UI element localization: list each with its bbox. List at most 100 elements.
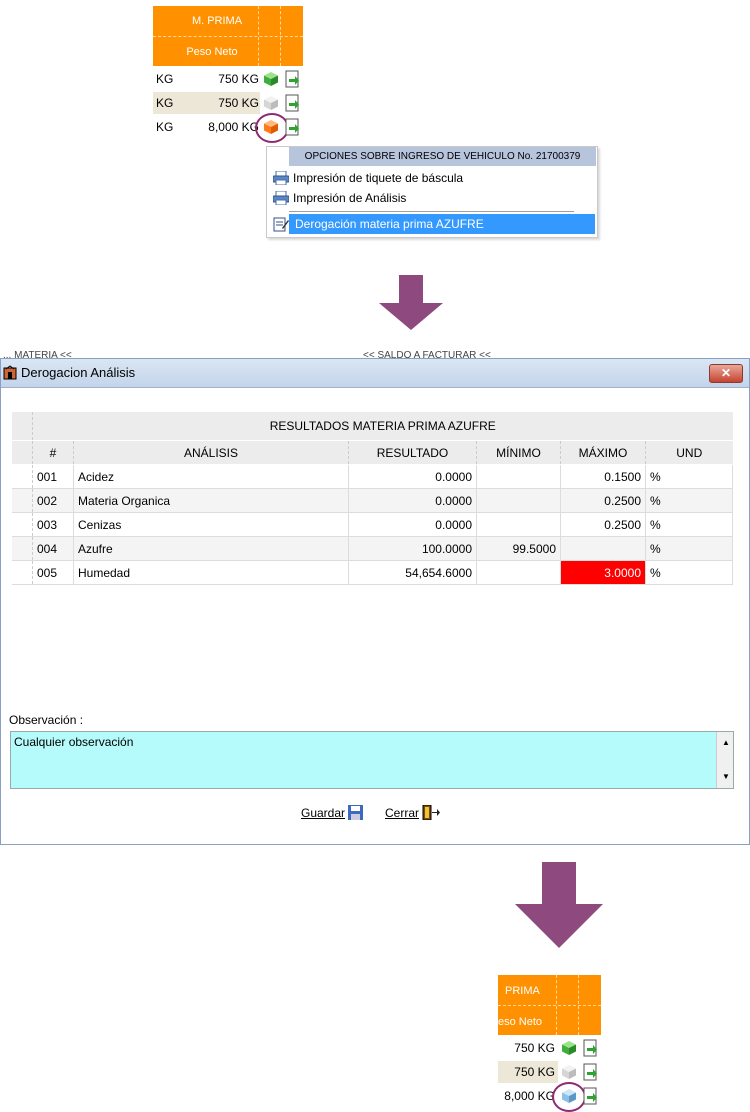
- exit-door-icon: [422, 804, 441, 823]
- table-row[interactable]: 001 Acidez 0.0000 0.1500%: [12, 464, 733, 489]
- result-value: 0.0000: [348, 464, 477, 489]
- row-number: 005: [32, 560, 74, 585]
- minimum-value: [476, 512, 561, 537]
- weight-value: 750 KG: [218, 96, 259, 110]
- document-arrow-icon[interactable]: [285, 70, 301, 88]
- table-row[interactable]: 003 Cenizas 0.0000 0.2500%: [12, 512, 733, 537]
- highlight-circle: [255, 113, 289, 143]
- table-header-row: # ANÁLISIS RESULTADO MÍNIMO MÁXIMO UND: [12, 440, 733, 465]
- unit-value: %: [645, 560, 733, 585]
- derogation-dialog: ... MATERIA << << SALDO A FACTURAR << De…: [0, 350, 750, 845]
- analysis-name: Acidez: [73, 464, 349, 489]
- unit-value: %: [645, 512, 733, 537]
- minimum-value: 99.5000: [476, 536, 561, 561]
- top-header: M. PRIMA Peso Neto: [153, 6, 303, 66]
- results-table: RESULTADOS MATERIA PRIMA AZUFRE # ANÁLIS…: [12, 412, 733, 585]
- row-gutter: [12, 512, 33, 537]
- dialog-titlebar[interactable]: Derogacion Análisis ✕: [1, 359, 749, 388]
- row-gutter: [12, 488, 33, 513]
- menu-item-label: Impresión de tiquete de báscula: [293, 171, 464, 185]
- table-row[interactable]: 002 Materia Organica 0.0000 0.2500%: [12, 488, 733, 513]
- highlight-circle: [552, 1082, 586, 1112]
- down-arrow-icon: [379, 275, 443, 330]
- column-header: UND: [645, 440, 733, 465]
- weight-value: 750 KG: [514, 1041, 555, 1055]
- unit-label: KG: [156, 120, 174, 134]
- minimum-value: [476, 560, 561, 585]
- minimum-value: [476, 488, 561, 513]
- unit-value: %: [645, 464, 733, 489]
- document-arrow-icon[interactable]: [285, 118, 301, 136]
- column-header: #: [32, 440, 74, 465]
- row-number: 002: [32, 488, 74, 513]
- table-row[interactable]: 005 Humedad 54,654.6000 3.0000%: [12, 560, 733, 585]
- document-arrow-icon[interactable]: [285, 94, 301, 112]
- menu-item-print-ticket[interactable]: Impresión de tiquete de báscula: [269, 168, 593, 188]
- close-window-button[interactable]: ✕: [709, 364, 743, 383]
- observation-label: Observación :: [9, 713, 84, 727]
- scrollbar[interactable]: ▲ ▼: [716, 732, 733, 788]
- analysis-name: Materia Organica: [73, 488, 349, 513]
- result-value: 100.0000: [348, 536, 477, 561]
- green-cube-icon[interactable]: [263, 71, 279, 87]
- menu-item-label: Derogación materia prima AZUFRE: [295, 217, 484, 231]
- minimum-value: [476, 464, 561, 489]
- column-header: ANÁLISIS: [73, 440, 349, 465]
- row-number: 004: [32, 536, 74, 561]
- save-label: Guardar: [301, 806, 346, 821]
- header-subtitle: Peso Neto: [186, 46, 238, 58]
- context-menu-title: OPCIONES SOBRE INGRESO DE VEHICULO No. 2…: [289, 147, 596, 166]
- save-button[interactable]: Guardar: [301, 805, 364, 823]
- maximum-value: 0.2500: [560, 488, 646, 513]
- maximum-value: 0.1500: [560, 464, 646, 489]
- menu-item-derogation[interactable]: Derogación materia prima AZUFRE: [269, 214, 595, 234]
- dialog-title: Derogacion Análisis: [21, 365, 136, 380]
- column-header: RESULTADO: [348, 440, 477, 465]
- scroll-up-icon[interactable]: ▲: [722, 738, 730, 747]
- down-arrow-icon: [515, 862, 603, 948]
- edit-document-icon: [273, 216, 289, 238]
- maximum-value: [560, 536, 646, 561]
- document-arrow-icon[interactable]: [583, 1087, 599, 1105]
- unit-label: KG: [156, 96, 174, 110]
- green-cube-icon[interactable]: [561, 1040, 577, 1056]
- weight-value: 750 KG: [218, 72, 259, 86]
- app-icon: [2, 365, 18, 384]
- floppy-disk-icon: [348, 805, 364, 823]
- maximum-value: 0.2500: [560, 512, 646, 537]
- close-label: Cerrar: [385, 806, 420, 821]
- unit-value: %: [645, 536, 733, 561]
- gray-cube-icon[interactable]: [561, 1064, 577, 1080]
- weight-value: 8,000 KG: [504, 1089, 555, 1103]
- table-title: RESULTADOS MATERIA PRIMA AZUFRE: [32, 412, 733, 441]
- observation-text: Cualquier observación: [14, 735, 134, 749]
- context-menu: OPCIONES SOBRE INGRESO DE VEHICULO No. 2…: [266, 146, 598, 238]
- scroll-down-icon[interactable]: ▼: [722, 772, 730, 781]
- row-number: 001: [32, 464, 74, 489]
- header-title: M. PRIMA: [191, 15, 243, 27]
- observation-textarea[interactable]: Cualquier observación ▲ ▼: [10, 731, 734, 789]
- header-subtitle: eso Neto: [498, 1016, 543, 1028]
- bottom-header: PRIMA eso Neto: [498, 975, 601, 1035]
- analysis-name: Humedad: [73, 560, 349, 585]
- maximum-value: 3.0000: [560, 560, 646, 585]
- menu-item-print-analysis[interactable]: Impresión de Análisis: [269, 188, 593, 208]
- analysis-name: Azufre: [73, 536, 349, 561]
- weight-row: KG 750 KG: [153, 92, 303, 114]
- header-title: PRIMA: [505, 985, 540, 997]
- column-header: MÁXIMO: [560, 440, 646, 465]
- document-arrow-icon[interactable]: [583, 1063, 599, 1081]
- row-gutter: [12, 464, 33, 489]
- unit-value: %: [645, 488, 733, 513]
- row-gutter: [12, 536, 33, 561]
- gray-cube-icon[interactable]: [263, 95, 279, 111]
- weight-value: 750 KG: [514, 1065, 555, 1079]
- table-row[interactable]: 004 Azufre 100.0000 99.5000%: [12, 536, 733, 561]
- column-header: MÍNIMO: [476, 440, 561, 465]
- weight-value: 8,000 KG: [208, 120, 259, 134]
- result-value: 54,654.6000: [348, 560, 477, 585]
- document-arrow-icon[interactable]: [583, 1039, 599, 1057]
- close-button[interactable]: Cerrar: [385, 804, 441, 823]
- result-value: 0.0000: [348, 512, 477, 537]
- result-value: 0.0000: [348, 488, 477, 513]
